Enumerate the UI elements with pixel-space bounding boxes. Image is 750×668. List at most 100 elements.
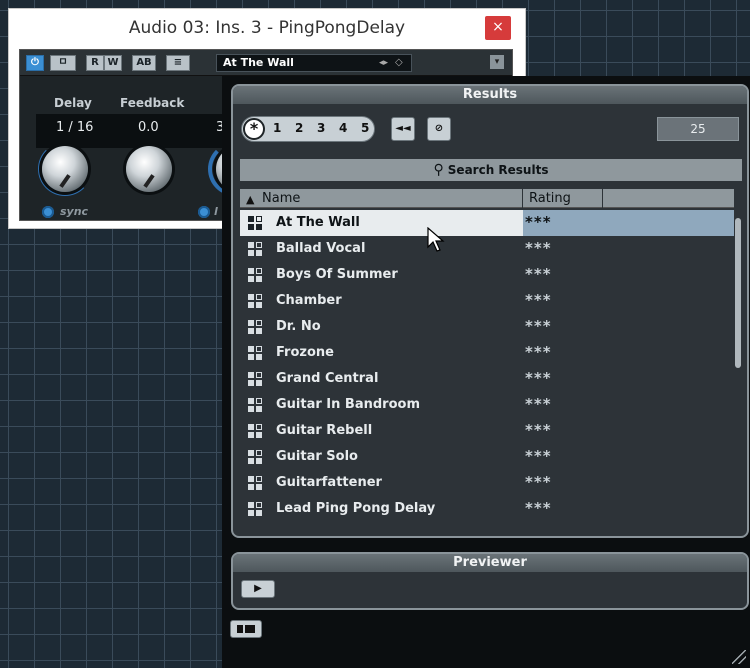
- ab-button[interactable]: AB: [132, 55, 156, 71]
- result-row[interactable]: Grand Central ***: [240, 366, 734, 392]
- row-name: Guitarfattener: [240, 470, 523, 496]
- row-rating[interactable]: ***: [523, 340, 734, 366]
- feedback-knob[interactable]: [126, 146, 172, 192]
- filter-2[interactable]: 2: [295, 121, 303, 135]
- scroll-thumb[interactable]: [735, 218, 741, 368]
- compare-button[interactable]: ㅁ: [50, 55, 76, 71]
- rating-column-header[interactable]: Rating: [523, 189, 603, 208]
- row-rating[interactable]: ***: [523, 262, 734, 288]
- preset-arrows-icon[interactable]: ◂▸: [379, 56, 393, 70]
- reset-results-button[interactable]: ⊘: [427, 117, 451, 141]
- row-name-text: Guitar Rebell: [276, 423, 373, 438]
- preset-file-icon: [248, 346, 262, 360]
- filter-1[interactable]: 1: [273, 121, 281, 135]
- delay-knob[interactable]: [42, 146, 88, 192]
- mouse-cursor-icon: [427, 227, 445, 252]
- row-rating[interactable]: ***: [523, 210, 734, 236]
- filter-3[interactable]: 3: [317, 121, 325, 135]
- feedback-label: Feedback: [120, 96, 185, 110]
- preset-tag-icon[interactable]: ◇: [395, 56, 409, 70]
- power-button[interactable]: ⏻: [26, 55, 44, 71]
- preset-name: At The Wall: [223, 56, 294, 69]
- feedback-value: 0.0: [138, 120, 159, 135]
- sync-toggle[interactable]: [42, 206, 54, 218]
- row-rating[interactable]: ***: [523, 366, 734, 392]
- result-row[interactable]: At The Wall ***: [240, 210, 734, 236]
- dropdown-icon[interactable]: ▾: [490, 55, 504, 69]
- row-name-text: Grand Central: [276, 371, 379, 386]
- sync-label: sync: [60, 205, 89, 218]
- results-panel: Results * 1 2 3 4 5 ◄◄ ⊘ 25 ⚲ Search Resu…: [231, 84, 749, 538]
- preset-file-icon: [248, 268, 262, 282]
- row-name: Guitar Rebell: [240, 418, 523, 444]
- preset-file-icon: [248, 450, 262, 464]
- row-name-text: Dr. No: [276, 319, 321, 334]
- results-header: Results: [233, 86, 747, 104]
- previous-results-button[interactable]: ◄◄: [391, 117, 415, 141]
- row-name: Frozone: [240, 340, 523, 366]
- row-rating[interactable]: ***: [523, 496, 734, 522]
- close-button[interactable]: ×: [485, 16, 511, 40]
- results-list: At The Wall *** Ballad Vocal *** Boys Of Sum…: [240, 210, 734, 530]
- name-column-header[interactable]: ▲ Name: [240, 189, 523, 208]
- result-row[interactable]: Guitar Solo ***: [240, 444, 734, 470]
- rating-column-label: Rating: [529, 191, 571, 206]
- row-rating[interactable]: ***: [523, 236, 734, 262]
- column-headers: ▲ Name Rating: [240, 189, 734, 208]
- row-name-text: Guitarfattener: [276, 475, 382, 490]
- preset-file-icon: [248, 476, 262, 490]
- preset-file-icon: [248, 294, 262, 308]
- row-rating[interactable]: ***: [523, 470, 734, 496]
- mediabay-window: Results * 1 2 3 4 5 ◄◄ ⊘ 25 ⚲ Search Resu…: [222, 76, 750, 668]
- row-rating[interactable]: ***: [523, 418, 734, 444]
- write-button[interactable]: W: [104, 55, 122, 71]
- row-rating[interactable]: ***: [523, 392, 734, 418]
- result-row[interactable]: Ballad Vocal ***: [240, 236, 734, 262]
- row-name: Guitar In Bandroom: [240, 392, 523, 418]
- read-button[interactable]: R: [86, 55, 104, 71]
- search-results-bar[interactable]: ⚲ Search Results: [240, 159, 742, 181]
- row-name-text: At The Wall: [276, 215, 360, 230]
- plugin-title: Audio 03: Ins. 3 - PingPongDelay: [128, 18, 406, 38]
- menu-button[interactable]: ≡: [166, 55, 190, 71]
- sync2-toggle[interactable]: [198, 206, 210, 218]
- row-name-text: Frozone: [276, 345, 334, 360]
- preset-file-icon: [248, 216, 262, 230]
- sort-ascending-icon: ▲: [246, 193, 255, 206]
- row-name: Guitar Solo: [240, 444, 523, 470]
- sync2-label: l: [214, 205, 218, 218]
- row-rating[interactable]: ***: [523, 314, 734, 340]
- result-row[interactable]: Chamber ***: [240, 288, 734, 314]
- row-name-text: Chamber: [276, 293, 342, 308]
- result-row[interactable]: Lead Ping Pong Delay ***: [240, 496, 734, 522]
- row-name-text: Ballad Vocal: [276, 241, 366, 256]
- row-name: Boys Of Summer: [240, 262, 523, 288]
- row-name: Dr. No: [240, 314, 523, 340]
- preset-file-icon: [248, 424, 262, 438]
- result-row[interactable]: Boys Of Summer ***: [240, 262, 734, 288]
- result-row[interactable]: Guitar Rebell ***: [240, 418, 734, 444]
- row-rating[interactable]: ***: [523, 288, 734, 314]
- results-scrollbar[interactable]: [735, 210, 741, 530]
- result-row[interactable]: Guitar In Bandroom ***: [240, 392, 734, 418]
- row-name-text: Guitar In Bandroom: [276, 397, 420, 412]
- resize-grip-icon[interactable]: [732, 650, 746, 664]
- plugin-toolbar: ⏻ ㅁ R W AB ≡ At The Wall ◂▸ ◇ ▾: [20, 50, 512, 76]
- filter-4[interactable]: 4: [339, 121, 347, 135]
- row-rating[interactable]: ***: [523, 444, 734, 470]
- result-row[interactable]: Frozone ***: [240, 340, 734, 366]
- preset-file-icon: [248, 398, 262, 412]
- result-row[interactable]: Guitarfattener ***: [240, 470, 734, 496]
- layout-toggle-button[interactable]: [230, 620, 262, 638]
- preview-play-button[interactable]: ▶: [241, 580, 275, 598]
- preset-field[interactable]: At The Wall ◂▸ ◇: [216, 54, 412, 72]
- result-count: 25: [657, 117, 739, 141]
- filter-all-button[interactable]: *: [243, 118, 265, 140]
- preset-file-icon: [248, 502, 262, 516]
- search-icon: ⚲: [433, 162, 444, 178]
- name-column-label: Name: [262, 191, 301, 206]
- rating-filter[interactable]: * 1 2 3 4 5: [241, 116, 375, 142]
- result-row[interactable]: Dr. No ***: [240, 314, 734, 340]
- preset-file-icon: [248, 242, 262, 256]
- filter-5[interactable]: 5: [361, 121, 369, 135]
